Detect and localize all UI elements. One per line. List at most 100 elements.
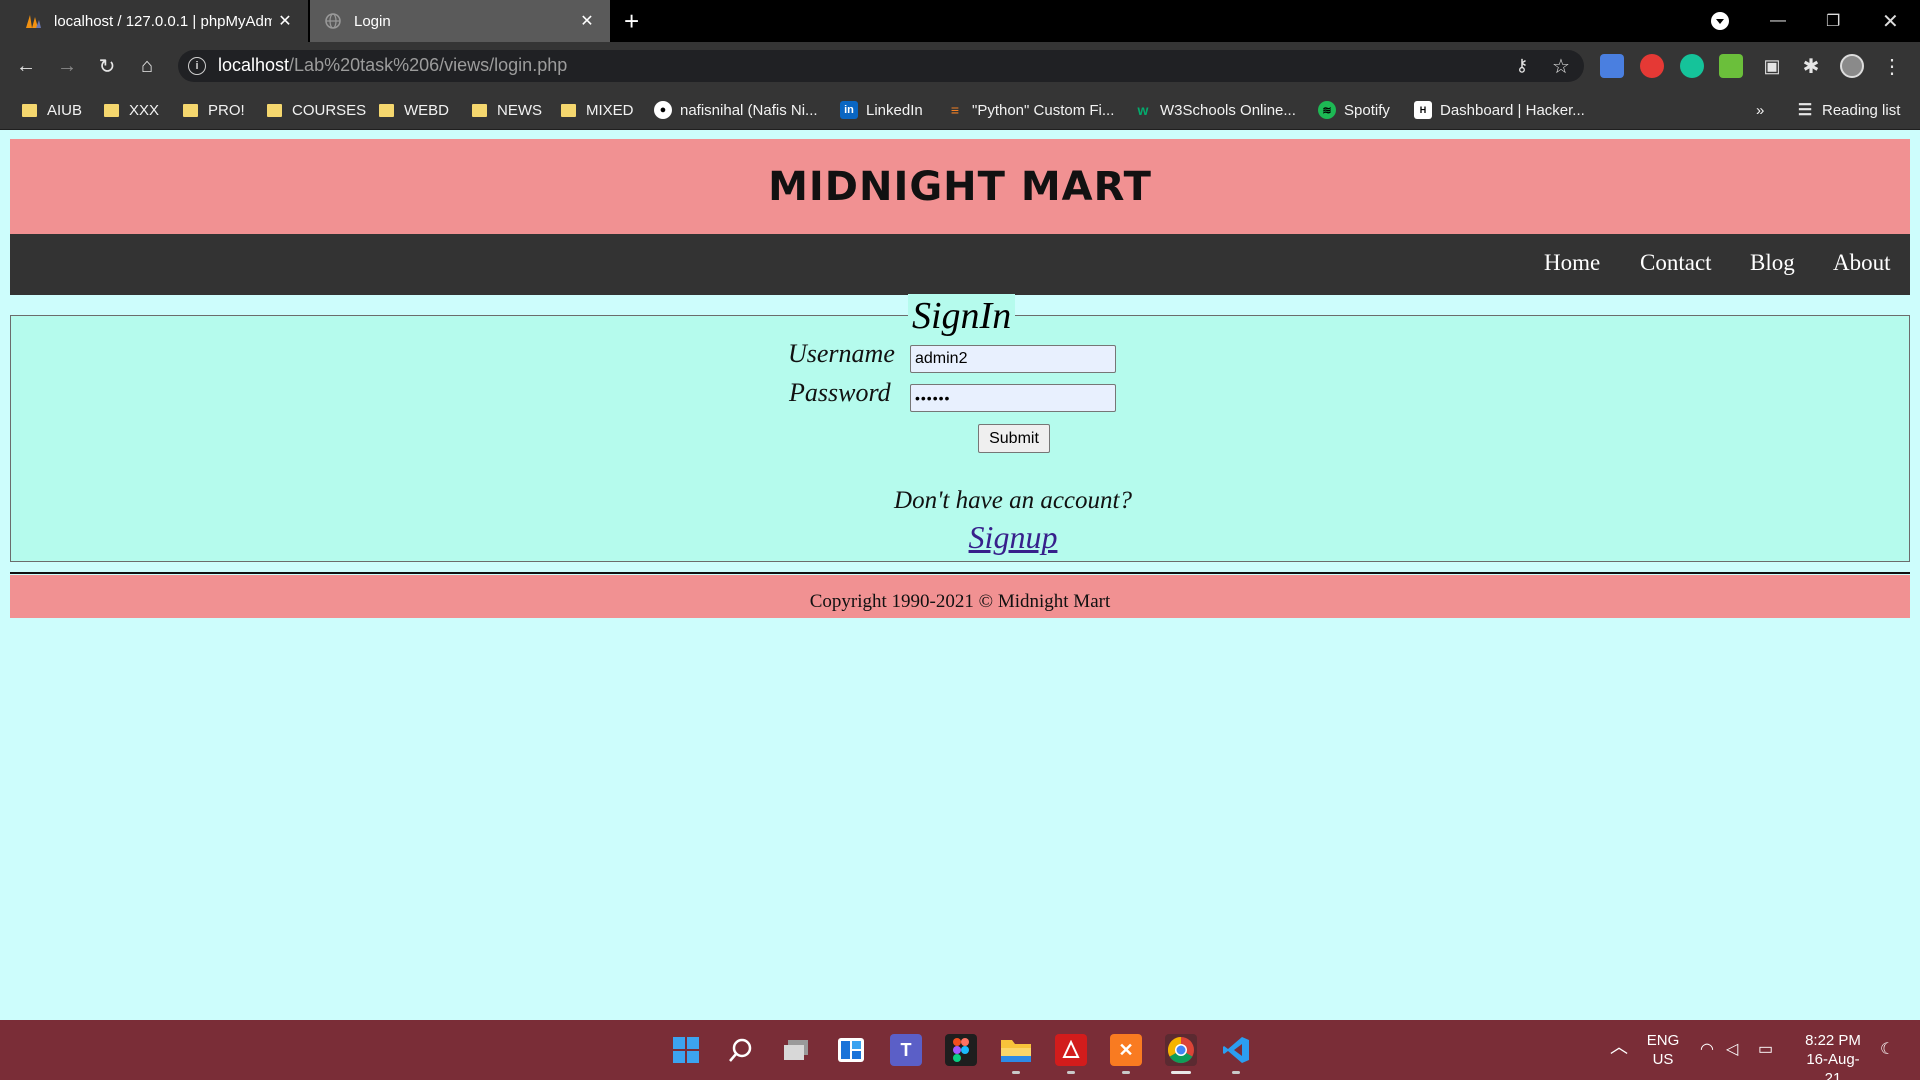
task-view-icon[interactable] xyxy=(780,1034,812,1066)
notifications-moon-icon[interactable]: ☾ xyxy=(1880,1040,1894,1059)
search-icon[interactable] xyxy=(725,1034,757,1066)
phpmyadmin-icon xyxy=(24,12,42,30)
tab-search-icon[interactable] xyxy=(1710,0,1730,42)
forward-icon[interactable]: → xyxy=(55,54,79,78)
spotify-icon: ≋ xyxy=(1318,101,1336,119)
bookmark-label: W3Schools Online... xyxy=(1160,101,1296,119)
clock[interactable]: 8:22 PM 16-Aug-21 xyxy=(1798,1031,1868,1080)
google-translate-icon[interactable] xyxy=(1600,54,1624,78)
windows-start-icon[interactable] xyxy=(670,1034,702,1066)
wifi-icon[interactable]: ◠ xyxy=(1700,1040,1714,1059)
running-indicator xyxy=(1232,1071,1240,1074)
folder-icon xyxy=(104,103,119,117)
profile-avatar[interactable] xyxy=(1840,54,1864,78)
nav-home[interactable]: Home xyxy=(1544,250,1600,276)
folder-icon xyxy=(472,103,487,117)
grammarly-icon[interactable] xyxy=(1680,54,1704,78)
username-label: Username xyxy=(788,339,895,368)
reading-list[interactable]: ☰ Reading list xyxy=(1796,90,1901,130)
copyright-text: Copyright 1990-2021 © Midnight Mart xyxy=(809,591,1111,612)
bookmark-github[interactable]: ● nafisnihal (Nafis Ni... xyxy=(654,90,818,130)
nav-contact[interactable]: Contact xyxy=(1640,250,1712,276)
volume-icon[interactable]: ◁ xyxy=(1726,1040,1738,1059)
nav-about[interactable]: About xyxy=(1833,250,1891,276)
restore-icon[interactable]: ❐ xyxy=(1826,0,1840,42)
page-viewport: MIDNIGHT MART Home Contact Blog About Si… xyxy=(0,131,1920,1020)
tab-login[interactable]: Login ✕ xyxy=(310,0,610,42)
url-path: /Lab%20task%206/views/login.php xyxy=(289,55,568,75)
browser-tab-bar: localhost / 127.0.0.1 | phpMyAdm ✕ Login… xyxy=(0,0,1920,42)
bookmark-label: Spotify xyxy=(1344,101,1390,119)
bookmark-w3schools[interactable]: w W3Schools Online... xyxy=(1134,90,1296,130)
bookmark-pro[interactable]: PRO! xyxy=(183,90,245,130)
vscode-icon[interactable] xyxy=(1220,1034,1252,1066)
site-nav: Home Contact Blog About xyxy=(10,234,1910,295)
bookmark-linkedin[interactable]: in LinkedIn xyxy=(840,90,923,130)
close-window-icon[interactable]: ✕ xyxy=(1882,0,1899,42)
tab-phpmyadmin[interactable]: localhost / 127.0.0.1 | phpMyAdm ✕ xyxy=(0,0,308,42)
chevron-up-icon[interactable]: ︿ xyxy=(1610,1038,1628,1057)
signin-legend: SignIn xyxy=(908,294,1016,338)
bookmark-label: MIXED xyxy=(586,101,634,119)
username-input[interactable] xyxy=(910,345,1116,373)
extensions-puzzle-icon[interactable]: ✱ xyxy=(1799,54,1823,78)
teams-icon[interactable]: T xyxy=(890,1034,922,1066)
linkedin-icon: in xyxy=(840,101,858,119)
language-line1: ENG xyxy=(1646,1032,1680,1049)
active-indicator xyxy=(1171,1071,1191,1074)
clock-date: 16-Aug-21 xyxy=(1806,1051,1860,1080)
widgets-icon[interactable] xyxy=(835,1034,867,1066)
menu-kebab-icon[interactable]: ⋮ xyxy=(1880,54,1904,78)
bookmark-courses[interactable]: COURSES xyxy=(267,90,366,130)
battery-icon[interactable]: ▭ xyxy=(1758,1040,1773,1059)
stackoverflow-icon: ≡ xyxy=(950,102,960,118)
reload-icon[interactable]: ↻ xyxy=(95,54,119,78)
media-icon[interactable]: ▣ xyxy=(1760,54,1784,78)
nav-blog[interactable]: Blog xyxy=(1750,250,1795,276)
more-bookmarks-icon[interactable]: » xyxy=(1756,90,1764,130)
address-url[interactable]: localhost/Lab%20task%206/views/login.php xyxy=(218,55,567,76)
extension-icon[interactable] xyxy=(1719,54,1743,78)
site-info-icon[interactable]: i xyxy=(188,57,206,75)
home-icon[interactable]: ⌂ xyxy=(135,54,159,78)
bookmark-label: Dashboard | Hacker... xyxy=(1440,101,1585,119)
bookmark-label: COURSES xyxy=(292,101,367,119)
bookmark-spotify[interactable]: ≋ Spotify xyxy=(1318,90,1390,130)
site-title: MIDNIGHT MART xyxy=(768,163,1152,210)
bookmark-label: "Python" Custom Fi... xyxy=(972,101,1115,119)
reading-list-icon: ☰ xyxy=(1797,102,1813,119)
xampp-icon[interactable]: ✕ xyxy=(1110,1034,1142,1066)
bookmark-stackoverflow[interactable]: ≡ "Python" Custom Fi... xyxy=(946,90,1114,130)
signup-link[interactable]: Signup xyxy=(0,519,1920,556)
bookmark-label: NEWS xyxy=(497,101,542,119)
file-explorer-icon[interactable] xyxy=(1000,1034,1032,1066)
back-icon[interactable]: ← xyxy=(14,54,38,78)
language-indicator[interactable]: ENG US xyxy=(1646,1031,1680,1069)
close-tab-icon[interactable]: ✕ xyxy=(272,11,298,31)
acrobat-icon[interactable] xyxy=(1055,1034,1087,1066)
bookmark-label: AIUB xyxy=(47,101,83,119)
adblock-icon[interactable] xyxy=(1640,54,1664,78)
chrome-icon[interactable] xyxy=(1165,1034,1197,1066)
bookmark-label: nafisnihal (Nafis Ni... xyxy=(680,101,818,119)
bookmark-hackerrank[interactable]: H Dashboard | Hacker... xyxy=(1414,90,1585,130)
figma-icon[interactable] xyxy=(945,1034,977,1066)
bookmark-xxx[interactable]: XXX xyxy=(104,90,159,130)
submit-button[interactable]: Submit xyxy=(978,424,1050,453)
folder-icon xyxy=(183,103,198,117)
w3schools-icon: w xyxy=(1137,102,1149,118)
tab-title: Login xyxy=(354,12,391,30)
folder-icon xyxy=(267,103,282,117)
key-icon[interactable]: ⚷ xyxy=(1510,54,1534,78)
bookmark-aiub[interactable]: AIUB xyxy=(22,90,82,130)
password-input[interactable]: •••••• xyxy=(910,384,1116,412)
url-host: localhost xyxy=(218,55,290,75)
bookmark-news[interactable]: NEWS xyxy=(472,90,542,130)
star-icon[interactable]: ☆ xyxy=(1549,54,1573,78)
bookmark-mixed[interactable]: MIXED xyxy=(561,90,634,130)
bookmark-webd[interactable]: WEBD xyxy=(379,90,449,130)
minimize-icon[interactable]: — xyxy=(1770,0,1786,42)
close-tab-icon[interactable]: ✕ xyxy=(574,11,600,31)
tab-title: localhost / 127.0.0.1 | phpMyAdm xyxy=(54,12,272,30)
new-tab-icon[interactable]: + xyxy=(624,6,639,37)
